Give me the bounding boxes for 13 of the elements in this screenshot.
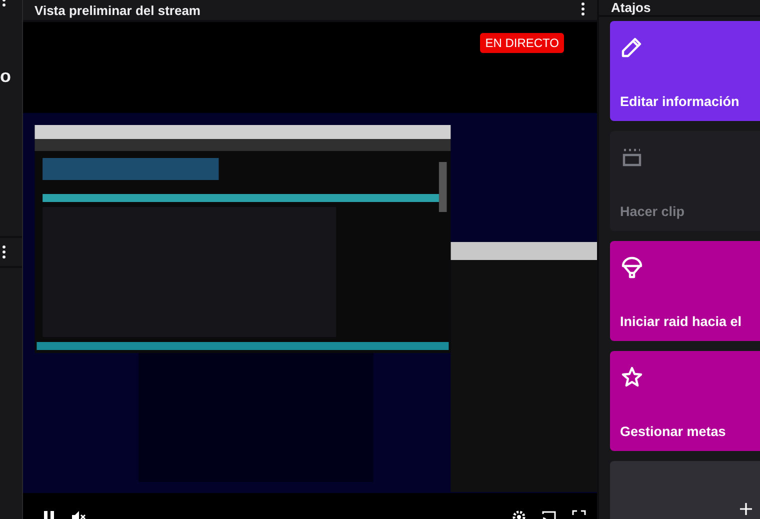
shortcut-card[interactable]: Editar información — [610, 21, 760, 121]
parachute-icon — [620, 255, 644, 279]
shortcut-card[interactable]: Gestionar metas — [610, 351, 760, 451]
plus-icon — [740, 503, 752, 515]
star-icon — [620, 365, 644, 389]
more-icon[interactable] — [2, 245, 6, 259]
pencil-icon — [620, 35, 644, 59]
more-icon[interactable] — [581, 2, 585, 16]
live-badge: EN DIRECTO — [480, 33, 564, 53]
panel-title: Vista preliminar del stream — [34, 2, 200, 18]
panel-text: o — [0, 66, 12, 86]
panel-title: Atajos — [611, 0, 651, 15]
shortcut-card[interactable]: Iniciar raid hacia el — [610, 241, 760, 341]
